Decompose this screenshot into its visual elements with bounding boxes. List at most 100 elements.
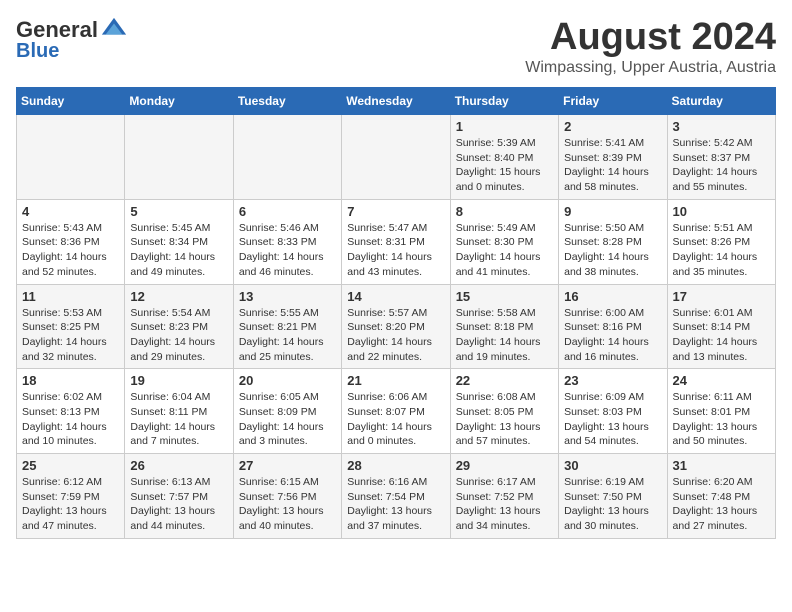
- calendar-cell: [342, 115, 450, 200]
- day-info: Sunrise: 6:17 AMSunset: 7:52 PMDaylight:…: [456, 475, 553, 534]
- day-number: 21: [347, 373, 444, 388]
- header-tuesday: Tuesday: [233, 88, 341, 115]
- header-saturday: Saturday: [667, 88, 775, 115]
- calendar-cell: 4 Sunrise: 5:43 AMSunset: 8:36 PMDaylight…: [17, 199, 125, 284]
- calendar-week-row: 1 Sunrise: 5:39 AMSunset: 8:40 PMDaylight…: [17, 115, 776, 200]
- calendar-cell: 7 Sunrise: 5:47 AMSunset: 8:31 PMDaylight…: [342, 199, 450, 284]
- calendar-cell: 10 Sunrise: 5:51 AMSunset: 8:26 PMDayligh…: [667, 199, 775, 284]
- day-number: 7: [347, 204, 444, 219]
- page-header: General Blue August 2024 Wimpassing, Upp…: [16, 16, 776, 77]
- calendar-cell: 29 Sunrise: 6:17 AMSunset: 7:52 PMDayligh…: [450, 454, 558, 539]
- calendar-cell: 6 Sunrise: 5:46 AMSunset: 8:33 PMDaylight…: [233, 199, 341, 284]
- day-info: Sunrise: 6:00 AMSunset: 8:16 PMDaylight:…: [564, 306, 661, 365]
- calendar-cell: [233, 115, 341, 200]
- day-number: 28: [347, 458, 444, 473]
- day-info: Sunrise: 5:41 AMSunset: 8:39 PMDaylight:…: [564, 136, 661, 195]
- day-info: Sunrise: 5:53 AMSunset: 8:25 PMDaylight:…: [22, 306, 119, 365]
- calendar-cell: 20 Sunrise: 6:05 AMSunset: 8:09 PMDayligh…: [233, 369, 341, 454]
- header-sunday: Sunday: [17, 88, 125, 115]
- calendar-cell: 17Sunrise: 6:01 AMSunset: 8:14 PMDayligh…: [667, 284, 775, 369]
- calendar-cell: 22 Sunrise: 6:08 AMSunset: 8:05 PMDayligh…: [450, 369, 558, 454]
- day-info: Sunrise: 5:54 AMSunset: 8:23 PMDaylight:…: [130, 306, 227, 365]
- day-info: Sunrise: 6:15 AMSunset: 7:56 PMDaylight:…: [239, 475, 336, 534]
- day-number: 13: [239, 289, 336, 304]
- day-number: 23: [564, 373, 661, 388]
- calendar-cell: 5 Sunrise: 5:45 AMSunset: 8:34 PMDaylight…: [125, 199, 233, 284]
- day-number: 6: [239, 204, 336, 219]
- day-info: Sunrise: 6:09 AMSunset: 8:03 PMDaylight:…: [564, 390, 661, 449]
- logo-blue-text: Blue: [16, 40, 59, 63]
- calendar-cell: 16 Sunrise: 6:00 AMSunset: 8:16 PMDayligh…: [559, 284, 667, 369]
- day-info: Sunrise: 5:45 AMSunset: 8:34 PMDaylight:…: [130, 221, 227, 280]
- calendar-cell: 25 Sunrise: 6:12 AMSunset: 7:59 PMDayligh…: [17, 454, 125, 539]
- day-info: Sunrise: 5:51 AMSunset: 8:26 PMDaylight:…: [673, 221, 770, 280]
- day-info: Sunrise: 6:05 AMSunset: 8:09 PMDaylight:…: [239, 390, 336, 449]
- day-info: Sunrise: 5:47 AMSunset: 8:31 PMDaylight:…: [347, 221, 444, 280]
- day-info: Sunrise: 5:42 AMSunset: 8:37 PMDaylight:…: [673, 136, 770, 195]
- calendar-cell: 1 Sunrise: 5:39 AMSunset: 8:40 PMDaylight…: [450, 115, 558, 200]
- day-info: Sunrise: 6:08 AMSunset: 8:05 PMDaylight:…: [456, 390, 553, 449]
- day-number: 20: [239, 373, 336, 388]
- calendar-cell: 24 Sunrise: 6:11 AMSunset: 8:01 PMDayligh…: [667, 369, 775, 454]
- calendar-week-row: 18 Sunrise: 6:02 AMSunset: 8:13 PMDayligh…: [17, 369, 776, 454]
- day-info: Sunrise: 6:13 AMSunset: 7:57 PMDaylight:…: [130, 475, 227, 534]
- logo: General Blue: [16, 16, 128, 63]
- calendar-cell: 26Sunrise: 6:13 AMSunset: 7:57 PMDayligh…: [125, 454, 233, 539]
- day-info: Sunrise: 6:12 AMSunset: 7:59 PMDaylight:…: [22, 475, 119, 534]
- day-info: Sunrise: 6:02 AMSunset: 8:13 PMDaylight:…: [22, 390, 119, 449]
- calendar-cell: 23 Sunrise: 6:09 AMSunset: 8:03 PMDayligh…: [559, 369, 667, 454]
- day-number: 5: [130, 204, 227, 219]
- day-number: 25: [22, 458, 119, 473]
- day-number: 8: [456, 204, 553, 219]
- calendar-cell: 21Sunrise: 6:06 AMSunset: 8:07 PMDayligh…: [342, 369, 450, 454]
- day-info: Sunrise: 5:46 AMSunset: 8:33 PMDaylight:…: [239, 221, 336, 280]
- day-number: 2: [564, 119, 661, 134]
- day-number: 12: [130, 289, 227, 304]
- calendar-cell: 19Sunrise: 6:04 AMSunset: 8:11 PMDayligh…: [125, 369, 233, 454]
- day-number: 29: [456, 458, 553, 473]
- day-number: 24: [673, 373, 770, 388]
- day-number: 27: [239, 458, 336, 473]
- calendar-cell: [17, 115, 125, 200]
- logo-icon: [100, 16, 128, 44]
- day-number: 22: [456, 373, 553, 388]
- calendar-cell: 28Sunrise: 6:16 AMSunset: 7:54 PMDayligh…: [342, 454, 450, 539]
- title-block: August 2024 Wimpassing, Upper Austria, A…: [525, 16, 776, 77]
- calendar-cell: [125, 115, 233, 200]
- day-info: Sunrise: 6:01 AMSunset: 8:14 PMDaylight:…: [673, 306, 770, 365]
- day-number: 31: [673, 458, 770, 473]
- day-number: 15: [456, 289, 553, 304]
- calendar-cell: 12 Sunrise: 5:54 AMSunset: 8:23 PMDayligh…: [125, 284, 233, 369]
- day-number: 4: [22, 204, 119, 219]
- day-info: Sunrise: 6:04 AMSunset: 8:11 PMDaylight:…: [130, 390, 227, 449]
- calendar-cell: 13Sunrise: 5:55 AMSunset: 8:21 PMDayligh…: [233, 284, 341, 369]
- calendar-cell: 31 Sunrise: 6:20 AMSunset: 7:48 PMDayligh…: [667, 454, 775, 539]
- calendar-week-row: 11 Sunrise: 5:53 AMSunset: 8:25 PMDayligh…: [17, 284, 776, 369]
- calendar-cell: 11 Sunrise: 5:53 AMSunset: 8:25 PMDayligh…: [17, 284, 125, 369]
- day-info: Sunrise: 5:43 AMSunset: 8:36 PMDaylight:…: [22, 221, 119, 280]
- day-number: 14: [347, 289, 444, 304]
- day-number: 10: [673, 204, 770, 219]
- day-info: Sunrise: 6:20 AMSunset: 7:48 PMDaylight:…: [673, 475, 770, 534]
- calendar-week-row: 25 Sunrise: 6:12 AMSunset: 7:59 PMDayligh…: [17, 454, 776, 539]
- day-info: Sunrise: 6:11 AMSunset: 8:01 PMDaylight:…: [673, 390, 770, 449]
- day-info: Sunrise: 5:49 AMSunset: 8:30 PMDaylight:…: [456, 221, 553, 280]
- header-wednesday: Wednesday: [342, 88, 450, 115]
- calendar-week-row: 4 Sunrise: 5:43 AMSunset: 8:36 PMDaylight…: [17, 199, 776, 284]
- day-number: 30: [564, 458, 661, 473]
- calendar-cell: 8 Sunrise: 5:49 AMSunset: 8:30 PMDaylight…: [450, 199, 558, 284]
- calendar-cell: 3Sunrise: 5:42 AMSunset: 8:37 PMDaylight…: [667, 115, 775, 200]
- calendar-cell: 9Sunrise: 5:50 AMSunset: 8:28 PMDaylight…: [559, 199, 667, 284]
- day-info: Sunrise: 6:19 AMSunset: 7:50 PMDaylight:…: [564, 475, 661, 534]
- calendar-table: SundayMondayTuesdayWednesdayThursdayFrid…: [16, 87, 776, 539]
- day-number: 18: [22, 373, 119, 388]
- day-info: Sunrise: 5:58 AMSunset: 8:18 PMDaylight:…: [456, 306, 553, 365]
- calendar-cell: 15 Sunrise: 5:58 AMSunset: 8:18 PMDayligh…: [450, 284, 558, 369]
- header-monday: Monday: [125, 88, 233, 115]
- day-info: Sunrise: 5:39 AMSunset: 8:40 PMDaylight:…: [456, 136, 553, 195]
- day-number: 11: [22, 289, 119, 304]
- header-thursday: Thursday: [450, 88, 558, 115]
- day-info: Sunrise: 5:50 AMSunset: 8:28 PMDaylight:…: [564, 221, 661, 280]
- day-number: 1: [456, 119, 553, 134]
- day-number: 16: [564, 289, 661, 304]
